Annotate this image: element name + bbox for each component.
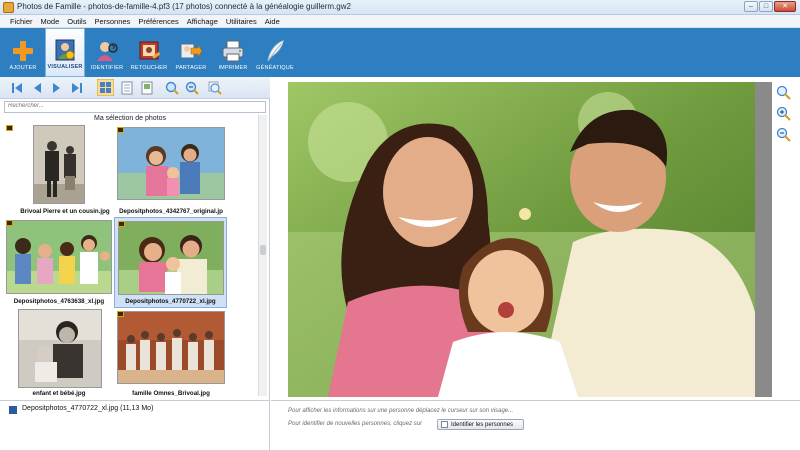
ribbon-identifier-button[interactable]: IDENTIFIER [87, 28, 127, 77]
ribbon-label: IDENTIFIER [90, 65, 124, 71]
zoom-out-icon[interactable] [185, 81, 199, 95]
photo-viewer [271, 77, 800, 400]
caption-row: Brivoal Pierre et un cousin.jpg [0, 208, 130, 218]
gallery-item[interactable] [6, 125, 126, 207]
search-field[interactable] [4, 101, 266, 113]
scrollbar-thumb[interactable] [260, 245, 266, 255]
zoom-out-icon[interactable] [776, 127, 791, 142]
search-input[interactable] [8, 103, 248, 109]
gallery-item[interactable] [114, 311, 229, 389]
first-photo-icon[interactable] [10, 81, 24, 95]
ribbon-imprimer-button[interactable]: IMPRIMER [213, 28, 253, 77]
menu-affichage[interactable]: Affichage [183, 15, 222, 27]
identify-people-button[interactable]: Identifier les personnes [437, 419, 524, 430]
tag-flag-icon [6, 125, 13, 131]
photo-caption: famille Omnes_Brivoal.jpg [132, 390, 210, 397]
photo-browser-panel: Ma sélection de photos Brivoal Pierre et… [0, 77, 270, 400]
gallery-scrollbar[interactable] [258, 115, 267, 396]
main-photo[interactable] [288, 82, 755, 397]
photo-thumbnail [118, 221, 224, 295]
ribbon-label: IMPRIMER [218, 65, 248, 71]
file-icon [9, 406, 17, 414]
selected-file-label: Depositphotos_4770722_xl.jpg (11,13 Mo) [22, 405, 154, 412]
photo-caption: Depositphotos_4342767_original.jp [119, 208, 223, 215]
ribbon-visualiser-button[interactable]: VISUALISER [45, 28, 85, 77]
fit-zoom-icon[interactable] [208, 81, 222, 95]
menu-bar: Fichier Mode Outils Personnes Préférence… [0, 15, 800, 28]
ribbon-label: RETOUCHER [130, 65, 168, 71]
ribbon-label: AJOUTER [9, 65, 37, 71]
viewer-canvas [288, 82, 772, 397]
list-view-icon[interactable] [120, 81, 134, 95]
ribbon-label: GÉNÉATIQUE [256, 65, 294, 71]
menu-aide[interactable]: Aide [261, 15, 284, 27]
ribbon-retoucher-button[interactable]: RETOUCHER [129, 28, 169, 77]
tag-flag-icon [117, 311, 124, 317]
gallery-item[interactable] [4, 220, 114, 296]
identify-person-icon [97, 42, 118, 61]
close-button[interactable]: ✕ [774, 1, 796, 12]
person-info-bar: Pour afficher les informations sur une p… [271, 400, 800, 450]
app-icon [3, 2, 14, 13]
window-title: Photos de Famille - photos-de-famille-4.… [17, 2, 351, 11]
caption-row: enfant et bébé.jpg [0, 390, 118, 400]
photo-caption: enfant et bébé.jpg [32, 390, 86, 397]
photo-thumbnail [18, 309, 102, 388]
info-hover-hint: Pour afficher les informations sur une p… [288, 408, 514, 414]
identify-button-label: Identifier les personnes [451, 421, 514, 428]
navigation-toolbar [0, 77, 270, 99]
photo-thumbnail [117, 311, 225, 384]
retouch-frame-icon [139, 41, 161, 60]
caption-row: famille Omnes_Brivoal.jpg [112, 390, 230, 400]
gallery-item-selected[interactable]: Depositphotos_4770722_xl.jpg [114, 217, 227, 308]
menu-mode[interactable]: Mode [37, 15, 64, 27]
gallery-title: Ma sélection de photos [94, 115, 166, 122]
feather-icon [267, 40, 284, 62]
zoom-in-icon[interactable] [776, 106, 791, 121]
menu-preferences[interactable]: Préférences [134, 15, 182, 27]
gallery-item[interactable] [18, 309, 104, 389]
detail-view-icon[interactable] [140, 81, 154, 95]
tag-flag-icon [6, 220, 13, 226]
photo-caption: Brivoal Pierre et un cousin.jpg [20, 208, 110, 215]
info-identify-hint: Pour identifier de nouvelles personnes, … [288, 421, 423, 427]
previous-photo-icon[interactable] [30, 81, 44, 95]
menu-utilitaires[interactable]: Utilitaires [222, 15, 261, 27]
ribbon-geneatique-button[interactable]: GÉNÉATIQUE [255, 28, 295, 77]
photo-thumbnail [6, 220, 112, 294]
grid-view-icon[interactable] [97, 79, 114, 96]
ribbon-partager-button[interactable]: PARTAGER [171, 28, 211, 77]
tag-flag-icon [118, 221, 125, 227]
printer-icon [222, 40, 244, 62]
viewer-zoom-controls [776, 85, 794, 148]
window-controls: – □ ✕ [744, 1, 796, 12]
minimize-button[interactable]: – [744, 1, 758, 12]
file-status-bar: Depositphotos_4770722_xl.jpg (11,13 Mo) [0, 400, 270, 450]
menu-outils[interactable]: Outils [63, 15, 90, 27]
title-bar: Photos de Famille - photos-de-famille-4.… [0, 0, 800, 15]
identify-icon [441, 421, 448, 428]
menu-fichier[interactable]: Fichier [6, 15, 37, 27]
view-portrait-icon [55, 39, 75, 61]
zoom-fit-icon[interactable] [776, 85, 791, 100]
next-photo-icon[interactable] [50, 81, 64, 95]
maximize-button[interactable]: □ [759, 1, 773, 12]
menu-personnes[interactable]: Personnes [90, 15, 134, 27]
ribbon-ajouter-button[interactable]: AJOUTER [3, 28, 43, 77]
photo-thumbnail [117, 127, 225, 200]
photo-thumbnail [33, 125, 85, 204]
ribbon-label: VISUALISER [47, 64, 83, 70]
tag-flag-icon [117, 127, 124, 133]
last-photo-icon[interactable] [70, 81, 84, 95]
plus-icon [13, 41, 33, 61]
photo-caption: Depositphotos_4763638_xl.jpg [13, 298, 105, 305]
zoom-in-icon[interactable] [165, 81, 179, 95]
ribbon-toolbar: AJOUTER VISUALISER IDENTIFIER RETOUCHER [0, 28, 800, 77]
gallery-item[interactable] [112, 127, 230, 205]
share-arrow-icon [180, 43, 203, 59]
ribbon-label: PARTAGER [175, 65, 207, 71]
photo-caption: Depositphotos_4770722_xl.jpg [125, 298, 216, 305]
caption-row: Depositphotos_4763638_xl.jpg [0, 298, 118, 308]
